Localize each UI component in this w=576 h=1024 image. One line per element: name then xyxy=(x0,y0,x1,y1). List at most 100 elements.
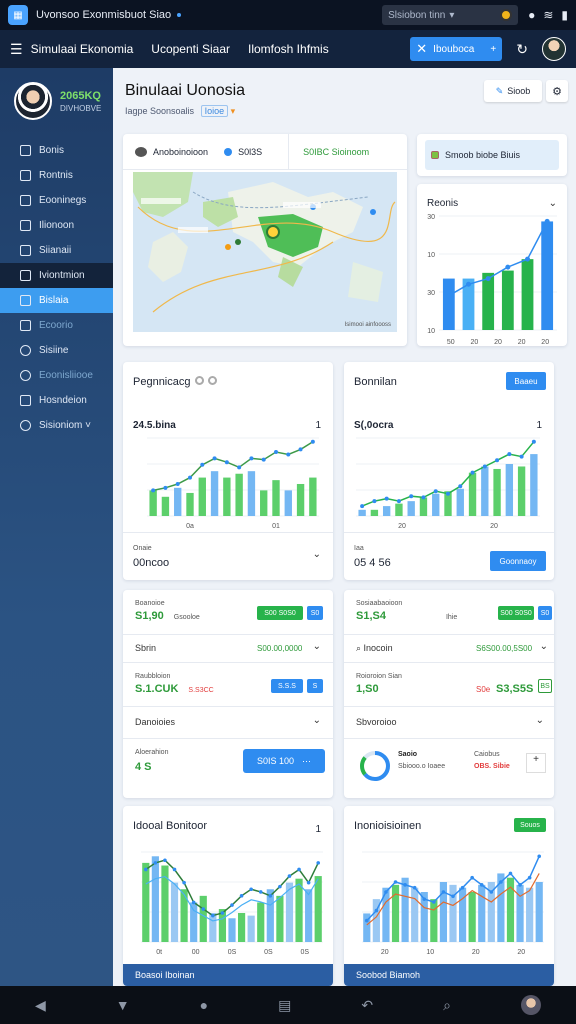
status-chip[interactable]: Smoob biobe Biuis xyxy=(425,140,559,170)
undo-icon[interactable]: ↶ xyxy=(361,997,373,1014)
bottom-left-value-right: 1 xyxy=(315,824,321,835)
row-tag[interactable]: S00 S0S0 xyxy=(257,606,303,620)
x-tick-label: 00 xyxy=(192,949,200,956)
row-tag2[interactable]: S xyxy=(307,679,323,693)
sidebar-item-6[interactable]: Bislaia xyxy=(0,288,113,313)
table-row[interactable]: Danoioies ⌄ xyxy=(123,706,333,738)
refresh-icon[interactable]: ↻ xyxy=(516,41,528,58)
world-map[interactable]: Isimooi ainfoooss xyxy=(133,172,397,332)
user-avatar[interactable] xyxy=(542,37,566,61)
chevron-down-icon[interactable]: ⌄ xyxy=(313,715,321,726)
row-tag2[interactable]: S0 xyxy=(538,606,552,620)
status-square-icon xyxy=(431,151,439,159)
chart-bar xyxy=(442,278,455,330)
table-row[interactable]: ⌕ Inocoin S6S00.00,5S00 ⌄ xyxy=(344,634,554,662)
sidebar-item-1[interactable]: Rontnis xyxy=(0,163,113,188)
table-row[interactable]: Raubbloion S.1.CUK S.S3CC S.S.S S xyxy=(123,662,333,706)
table-row[interactable]: Sbrin S00.00,0000 ⌄ xyxy=(123,634,333,662)
row-tag2[interactable]: S0 xyxy=(307,606,323,620)
sidebar-item-4[interactable]: Siianaii xyxy=(0,238,113,263)
row-tag[interactable]: BS xyxy=(538,679,552,693)
chart-point xyxy=(544,218,550,224)
x-tick-label: 20 xyxy=(517,949,525,956)
top-navbar: ☰ Simulaai Ekonomia Ucopenti Siaar Ilomf… xyxy=(0,30,576,68)
table-row: Saoio Sbiooo.o Ioaee Caiobus OBS. Sibie … xyxy=(344,738,554,798)
sidebar: 2065KQ DIVHOBVE Bonis Rontnis Eooninegs Ili… xyxy=(0,68,113,986)
settings-button[interactable]: ⚙ xyxy=(546,80,568,102)
chart-bar xyxy=(407,501,415,516)
right-foot-button[interactable]: Goonnaoy xyxy=(490,551,546,571)
chevron-down-icon[interactable]: ⌄ xyxy=(313,549,321,560)
right-table-card: Sosiaabaoioon S1,S4 Ihie S00 S0S0 S0 ⌕ In… xyxy=(344,590,554,798)
caret-down-icon[interactable]: ▾ xyxy=(231,106,236,116)
chart-point xyxy=(499,880,503,884)
tab-simulation[interactable]: Simulaai Ekonomia xyxy=(31,42,134,56)
triangle-icon[interactable]: ▼ xyxy=(116,997,130,1013)
tab-third[interactable]: Ilomfosh Ihfmis xyxy=(248,42,329,56)
table-row[interactable]: Boanoioe S1,90 Gsooloe S00 S0S0 S0 xyxy=(123,590,333,634)
chart-point xyxy=(306,880,311,885)
location-icon xyxy=(224,147,233,156)
profile-avatar-icon[interactable] xyxy=(520,995,541,1015)
expand-icon[interactable]: + xyxy=(526,753,546,773)
breadcrumb-tag[interactable]: Ioioe xyxy=(200,105,229,117)
chart-point xyxy=(519,454,524,459)
action-button[interactable]: S0IS 100 ⋯ xyxy=(243,749,325,773)
sidebar-item-2[interactable]: Eooninegs xyxy=(0,188,113,213)
status-search[interactable]: Slsiobon tinn ▾ xyxy=(382,5,519,25)
topbar-action-button[interactable]: ✕ Ibouboca + xyxy=(410,37,503,61)
sidebar-item-7[interactable]: Ecoorio xyxy=(0,313,113,338)
sidebar-item-0[interactable]: Bonis xyxy=(0,138,113,163)
help-icon[interactable] xyxy=(207,376,217,385)
search-button-label: Sioob xyxy=(507,86,531,96)
chevron-down-icon[interactable]: ⌄ xyxy=(536,715,544,726)
sidebar-item-11[interactable]: Sisioniom ˅ xyxy=(0,413,113,438)
table-row[interactable]: Roioroion Sian 1,S0 S0e S3,S5S BS xyxy=(344,662,554,706)
y-tick-label: 10 xyxy=(427,252,435,259)
report-icon xyxy=(20,395,31,406)
bottom-left-strip[interactable]: Boasoi Iboinan xyxy=(123,964,333,986)
donut-chart xyxy=(360,751,390,781)
hamburger-icon[interactable]: ☰ xyxy=(10,41,23,58)
right-chart-button[interactable]: Baaeu xyxy=(506,372,546,390)
chevron-down-icon[interactable]: ⌄ xyxy=(313,641,321,652)
sidebar-item-8[interactable]: Sisiine xyxy=(0,338,113,363)
sidebar-item-label: Eoonisliiooe xyxy=(39,370,93,381)
chart-bar xyxy=(370,509,379,516)
notification-icon[interactable]: ● xyxy=(528,8,535,22)
sidebar-item-5[interactable]: Iviontmion xyxy=(0,263,113,288)
sidebar-item-10[interactable]: Hosndeion xyxy=(0,388,113,413)
right-chart: 20 20 xyxy=(356,437,540,530)
row-tag[interactable]: S.S.S xyxy=(271,679,303,693)
table-row[interactable]: Sosiaabaoioon S1,S4 Ihie S00 S0S0 S0 xyxy=(344,590,554,634)
table-row[interactable]: Sbvoroioo ⌄ xyxy=(344,706,554,738)
chart-point xyxy=(191,900,196,905)
chart-point xyxy=(396,499,401,504)
chevron-down-icon[interactable]: ⌄ xyxy=(540,641,548,652)
row-label: Sosiaabaoioon xyxy=(356,600,403,607)
profile-block[interactable]: 2065KQ DIVHOBVE xyxy=(0,68,113,130)
chart-bar xyxy=(151,856,159,942)
sidebar-item-3[interactable]: Ilionoon xyxy=(0,213,113,238)
back-icon[interactable]: ◀ xyxy=(35,997,46,1014)
search-icon[interactable]: ⌕ xyxy=(443,997,451,1014)
chart-point xyxy=(403,883,407,887)
sidebar-item-9[interactable]: Eoonisliiooe xyxy=(0,363,113,388)
live-dot xyxy=(177,13,182,17)
bottom-right-badge[interactable]: Souos xyxy=(514,818,546,832)
home-circle-icon[interactable]: ● xyxy=(200,997,208,1013)
profile-number: 2065KQ xyxy=(60,89,101,102)
sidebar-item-label: Ecoorio xyxy=(39,320,73,331)
calculator-icon[interactable]: ▤ xyxy=(278,997,291,1014)
left-chart-footer: Onaie 00ncoo ⌄ xyxy=(123,532,333,580)
info-icon[interactable] xyxy=(194,376,204,385)
chart-bar xyxy=(468,472,477,516)
bottom-right-strip[interactable]: Soobod Biamoh xyxy=(344,964,554,986)
search-button[interactable]: ✎ Sioob xyxy=(484,80,542,102)
row-tag[interactable]: S00 S0S0 xyxy=(498,606,534,620)
chart-point xyxy=(479,883,484,887)
chevron-down-icon: ▾ xyxy=(449,9,455,21)
row-small: Ihie xyxy=(445,614,458,621)
map-credit: Isimooi ainfoooss xyxy=(344,322,391,328)
tab-second[interactable]: Ucopenti Siaar xyxy=(151,42,230,56)
